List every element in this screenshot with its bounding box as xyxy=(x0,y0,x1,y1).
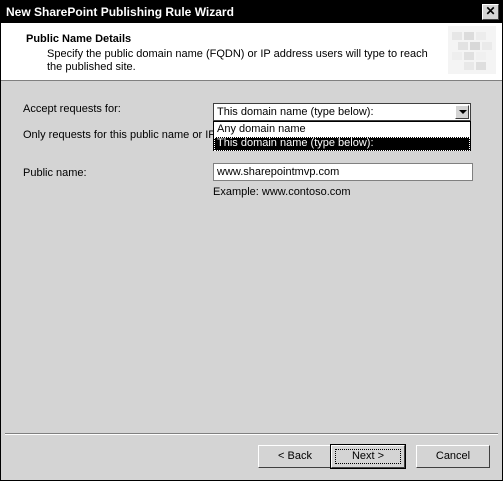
close-button[interactable]: ✕ xyxy=(482,4,499,20)
page-title: Public Name Details xyxy=(26,33,132,45)
wizard-graphic-icon xyxy=(448,26,496,74)
title-bar[interactable]: New SharePoint Publishing Rule Wizard ✕ xyxy=(1,1,502,23)
public-name-input[interactable] xyxy=(217,166,467,178)
page-description: Specify the public domain name (FQDN) or… xyxy=(47,48,428,73)
cancel-button[interactable]: Cancel xyxy=(416,445,490,468)
public-name-field[interactable] xyxy=(213,163,473,181)
focus-rectangle xyxy=(335,449,401,464)
footer-divider xyxy=(5,433,498,435)
public-name-example: Example: www.contoso.com xyxy=(213,186,351,198)
back-button[interactable]: < Back xyxy=(258,445,332,468)
accept-requests-select[interactable]: This domain name (type below): xyxy=(213,103,471,121)
only-requests-label: Only requests for this public name or IP xyxy=(23,129,216,141)
window-title: New SharePoint Publishing Rule Wizard xyxy=(6,5,234,19)
next-button[interactable]: Next > xyxy=(330,444,406,469)
accept-requests-value: This domain name (type below): xyxy=(217,106,374,118)
accept-requests-dropdown: Any domain name This domain name (type b… xyxy=(213,121,471,151)
chevron-down-icon[interactable] xyxy=(455,105,469,119)
dropdown-option-this-domain[interactable]: This domain name (type below): xyxy=(214,137,470,151)
wizard-header: Public Name Details Specify the public d… xyxy=(1,23,502,81)
close-icon: ✕ xyxy=(485,4,496,18)
accept-requests-label: Accept requests for: xyxy=(23,103,121,115)
dropdown-option-any-domain[interactable]: Any domain name xyxy=(214,123,470,137)
wizard-window: New SharePoint Publishing Rule Wizard ✕ … xyxy=(0,0,503,481)
public-name-label: Public name: xyxy=(23,167,87,179)
